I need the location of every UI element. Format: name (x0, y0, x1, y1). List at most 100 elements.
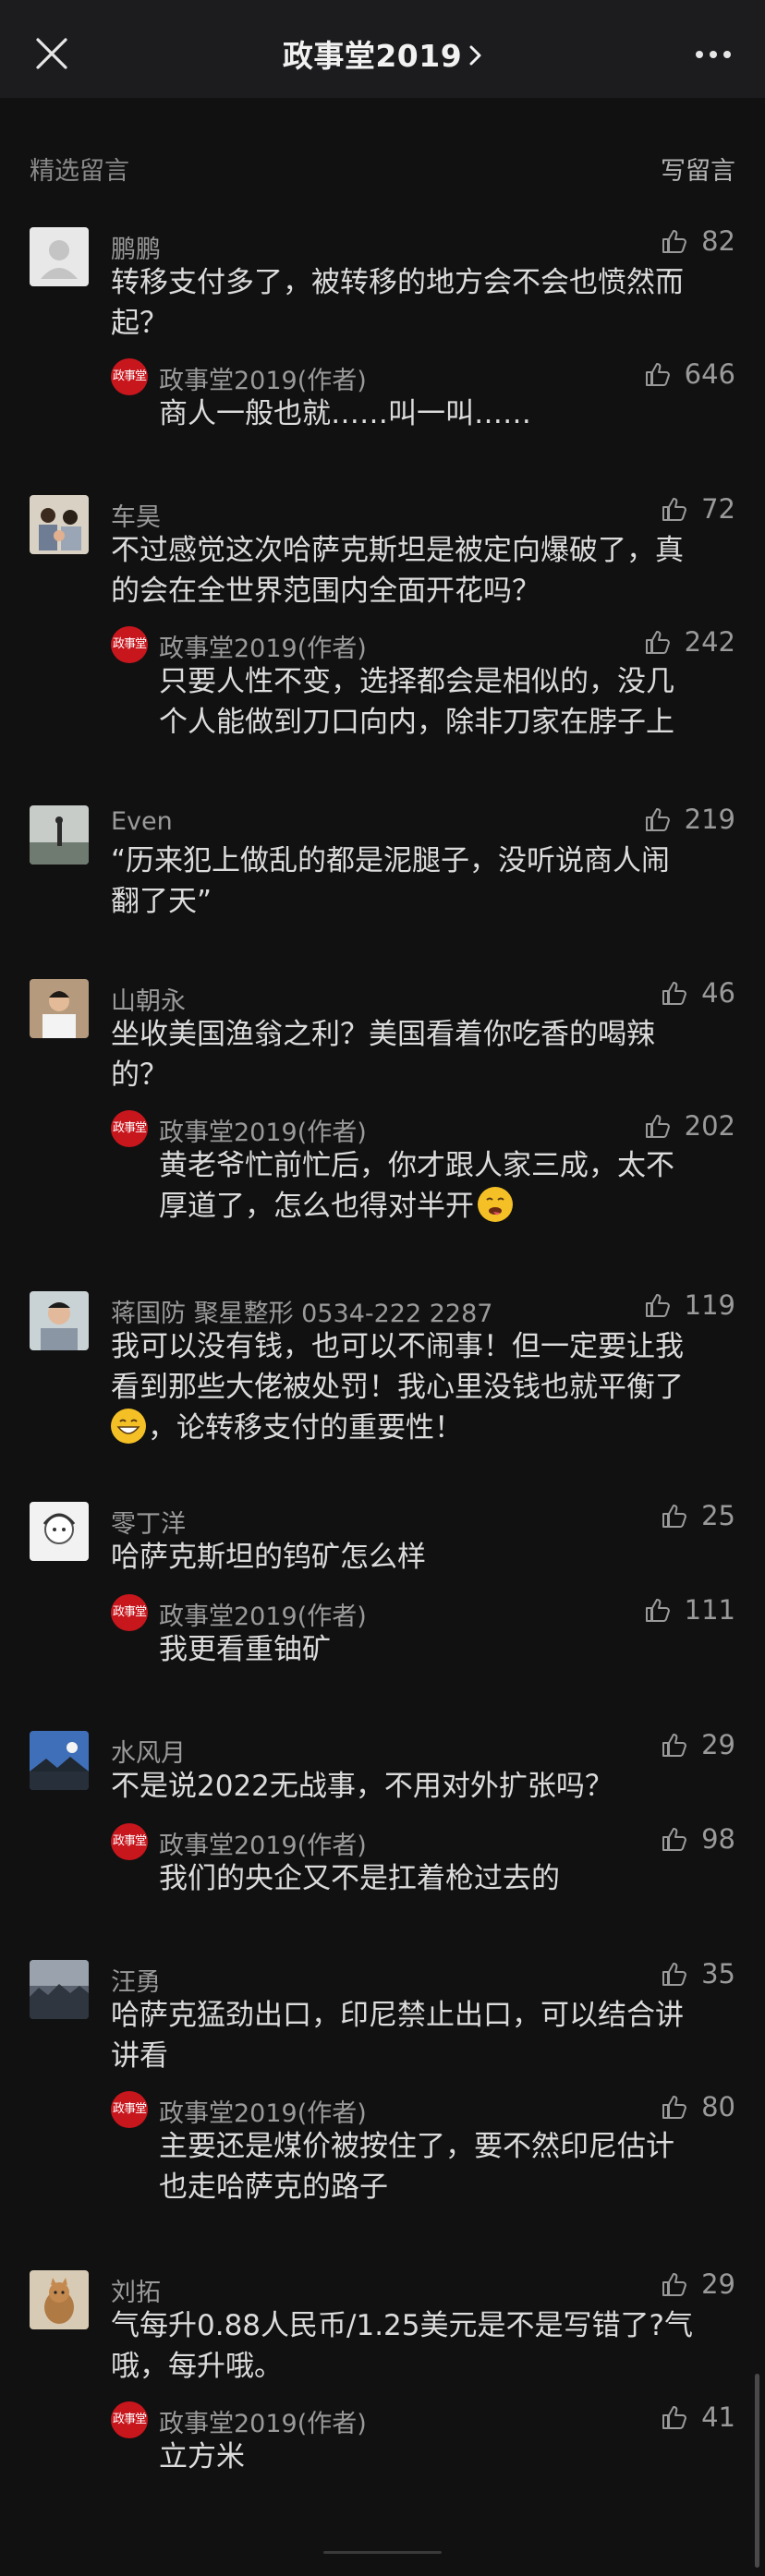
comment-nickname[interactable]: Even (111, 807, 173, 836)
comment-line: 哈萨克猛劲出口，印尼禁止出口，可以结合讲 (111, 1999, 684, 2032)
comment-line: 哈萨克斯坦的钨矿怎么样 (111, 1541, 426, 1574)
thumbs-up-icon (662, 1505, 687, 1528)
thumbs-up-icon (662, 2096, 687, 2119)
avatar[interactable] (30, 2270, 89, 2329)
reply-text: 我们的央企又不是扛着枪过去的 (159, 1858, 732, 1899)
thumbs-up-icon (662, 2273, 687, 2296)
author-avatar: 政事堂 (111, 358, 148, 395)
comment-text: 哈萨克猛劲出口，印尼禁止出口，可以结合讲 讲看 (111, 1995, 739, 2076)
like-button[interactable]: 46 (661, 977, 735, 1009)
reply-line: 商人一般也就……叫一叫…… (159, 397, 531, 430)
reply-nickname: 政事堂2019(作者) (159, 1832, 367, 1860)
like-button[interactable]: 72 (661, 493, 735, 525)
drooling-face-emoji-icon (478, 1187, 513, 1222)
like-count: 35 (701, 1958, 735, 1989)
home-indicator (323, 2551, 442, 2554)
thumbs-up-icon (645, 1599, 670, 1622)
avatar[interactable] (30, 979, 89, 1038)
avatar[interactable] (30, 1731, 89, 1790)
author-avatar: 政事堂 (111, 1594, 148, 1631)
thumbs-up-icon (645, 808, 670, 831)
like-count: 29 (701, 1729, 735, 1760)
comment-line: 的会在全世界范围内全面开花吗？ (111, 574, 540, 608)
comment-line: 的？ (111, 1058, 168, 1092)
reply-line: 个人能做到刀口向内，除非刀家在脖子上 (159, 706, 674, 739)
avatar[interactable] (30, 805, 89, 865)
reply-text: 商人一般也就……叫一叫…… (159, 393, 732, 434)
like-count: 242 (684, 626, 735, 658)
comment-nickname[interactable]: 鹏鹏 (111, 229, 161, 265)
reply-line: 只要人性不变，选择都会是相似的，没几 (159, 665, 674, 698)
author-avatar: 政事堂 (111, 2401, 148, 2438)
comment-nickname[interactable]: 汪勇 (111, 1962, 161, 1998)
thumbs-up-icon (662, 1828, 687, 1851)
avatar[interactable] (30, 1502, 89, 1561)
comment-text: 转移支付多了，被转移的地方会不会也愤然而 起？ (111, 262, 739, 344)
comment-line: 看到那些大佬被处罚！我心里没钱也就平衡了 (111, 1371, 684, 1404)
page-title-text: 政事堂2019 (282, 38, 463, 74)
comment-line: 起？ (111, 307, 168, 340)
reply-text: 立方米 (159, 2437, 732, 2477)
reply-text: 只要人性不变，选择都会是相似的，没几 个人能做到刀口向内，除非刀家在脖子上 (159, 661, 732, 743)
like-button[interactable]: 35 (661, 1958, 735, 1989)
like-count: 111 (684, 1594, 735, 1626)
reply-like-button[interactable]: 646 (644, 358, 735, 390)
comment-nickname[interactable]: 蒋国防 聚星整形 0534-222 2287 (111, 1293, 492, 1329)
avatar[interactable] (30, 1960, 89, 2019)
reply-text: 我更看重铀矿 (159, 1629, 732, 1670)
page-title[interactable]: 政事堂2019 (0, 31, 765, 76)
avatar[interactable] (30, 495, 89, 554)
reply-like-button[interactable]: 111 (644, 1594, 735, 1626)
reply-like-button[interactable]: 242 (644, 626, 735, 658)
reply-like-button[interactable]: 80 (661, 2091, 735, 2122)
reply-text: 主要还是煤价被按住了，要不然印尼估计 也走哈萨克的路子 (159, 2126, 732, 2207)
more-icon[interactable] (695, 46, 732, 58)
scrollbar[interactable] (755, 2374, 759, 2568)
thumbs-up-icon (645, 363, 670, 386)
comment-line: 不过感觉这次哈萨克斯坦是被定向爆破了，真 (111, 534, 684, 567)
like-button[interactable]: 82 (661, 225, 735, 257)
write-comment-button[interactable]: 写留言 (661, 151, 735, 187)
reply-line: 主要还是煤价被按住了，要不然印尼估计 (159, 2130, 674, 2163)
like-button[interactable]: 119 (644, 1289, 735, 1321)
comment-text: “历来犯上做乱的都是泥腿子，没听说商人闹 翻了天” (111, 841, 739, 922)
reply-like-button[interactable]: 41 (661, 2401, 735, 2433)
like-button[interactable]: 29 (661, 2268, 735, 2300)
reply-nickname: 政事堂2019(作者) (159, 367, 367, 395)
comment-nickname[interactable]: 刘拓 (111, 2272, 161, 2308)
comment-nickname[interactable]: 零丁洋 (111, 1504, 186, 1540)
grinning-face-emoji-icon (111, 1409, 146, 1444)
reply-like-button[interactable]: 98 (661, 1823, 735, 1855)
comment-text: 哈萨克斯坦的钨矿怎么样 (111, 1537, 739, 1578)
comment-line: 不是说2022无战事，不用对外扩张吗？ (111, 1770, 613, 1803)
like-button[interactable]: 25 (661, 1500, 735, 1531)
comment-nickname[interactable]: 山朝永 (111, 981, 186, 1017)
comment-text: 不是说2022无战事，不用对外扩张吗？ (111, 1766, 739, 1807)
reply-line: 也走哈萨克的路子 (159, 2171, 388, 2204)
like-button[interactable]: 29 (661, 1729, 735, 1760)
avatar[interactable] (30, 1291, 89, 1350)
like-count: 41 (701, 2401, 735, 2433)
thumbs-up-icon (662, 982, 687, 1005)
comment-nickname[interactable]: 车昊 (111, 497, 161, 533)
author-avatar: 政事堂 (111, 2091, 148, 2128)
author-avatar: 政事堂 (111, 626, 148, 663)
comment-line: 我可以没有钱，也可以不闹事！但一定要让我 (111, 1330, 684, 1363)
comment-line: “历来犯上做乱的都是泥腿子，没听说商人闹 (111, 844, 671, 877)
like-count: 202 (684, 1110, 735, 1142)
like-count: 119 (684, 1289, 735, 1321)
like-count: 25 (701, 1500, 735, 1531)
comment-text: 不过感觉这次哈萨克斯坦是被定向爆破了，真 的会在全世界范围内全面开花吗？ (111, 530, 739, 611)
like-count: 80 (701, 2091, 735, 2122)
like-button[interactable]: 219 (644, 804, 735, 835)
comment-nickname[interactable]: 水风月 (111, 1733, 186, 1769)
thumbs-up-icon (662, 1734, 687, 1757)
like-count: 219 (684, 804, 735, 835)
like-count: 72 (701, 493, 735, 525)
comment-text: 坐收美国渔翁之利？美国看着你吃香的喝辣 的？ (111, 1014, 739, 1095)
reply-like-button[interactable]: 202 (644, 1110, 735, 1142)
comment-line: 转移支付多了，被转移的地方会不会也愤然而 (111, 266, 684, 299)
comment-line: ，论转移支付的重要性！ (148, 1411, 463, 1445)
like-count: 98 (701, 1823, 735, 1855)
avatar[interactable] (30, 227, 89, 286)
